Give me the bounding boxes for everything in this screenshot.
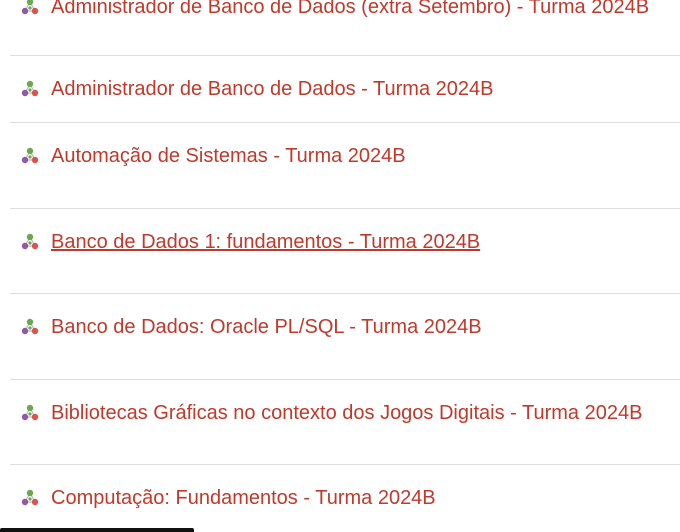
course-item[interactable]: Banco de Dados: Oracle PL/SQL - Turma 20…: [10, 312, 680, 342]
course-network-icon: [21, 489, 39, 507]
divider: [10, 464, 680, 465]
course-link[interactable]: Computação: Fundamentos - Turma 2024B: [51, 483, 436, 513]
course-item[interactable]: Computação: Fundamentos - Turma 2024B: [10, 483, 680, 513]
course-link[interactable]: Banco de Dados: Oracle PL/SQL - Turma 20…: [51, 312, 482, 342]
scroll-indicator: [0, 528, 194, 532]
course-item[interactable]: Bibliotecas Gráficas no contexto dos Jog…: [10, 398, 680, 428]
course-link[interactable]: Administrador de Banco de Dados - Turma …: [51, 74, 493, 104]
divider: [10, 55, 680, 56]
course-network-icon: [21, 318, 39, 336]
course-item[interactable]: Banco de Dados 1: fundamentos - Turma 20…: [10, 227, 680, 257]
course-network-icon: [21, 233, 39, 251]
course-link[interactable]: Automação de Sistemas - Turma 2024B: [51, 141, 406, 171]
course-item[interactable]: Administrador de Banco de Dados - Turma …: [10, 74, 680, 104]
course-list: Administrador de Banco de Dados (extra S…: [10, 0, 680, 532]
course-link[interactable]: Bibliotecas Gráficas no contexto dos Jog…: [51, 398, 642, 428]
divider: [10, 379, 680, 380]
divider: [10, 122, 680, 123]
course-link[interactable]: Administrador de Banco de Dados (extra S…: [51, 0, 649, 22]
divider: [10, 208, 680, 209]
divider: [10, 293, 680, 294]
course-network-icon: [21, 0, 39, 16]
course-link[interactable]: Banco de Dados 1: fundamentos - Turma 20…: [51, 227, 480, 257]
course-network-icon: [21, 404, 39, 422]
course-network-icon: [21, 147, 39, 165]
course-item[interactable]: Administrador de Banco de Dados (extra S…: [10, 0, 680, 22]
course-network-icon: [21, 80, 39, 98]
course-item[interactable]: Automação de Sistemas - Turma 2024B: [10, 141, 680, 171]
